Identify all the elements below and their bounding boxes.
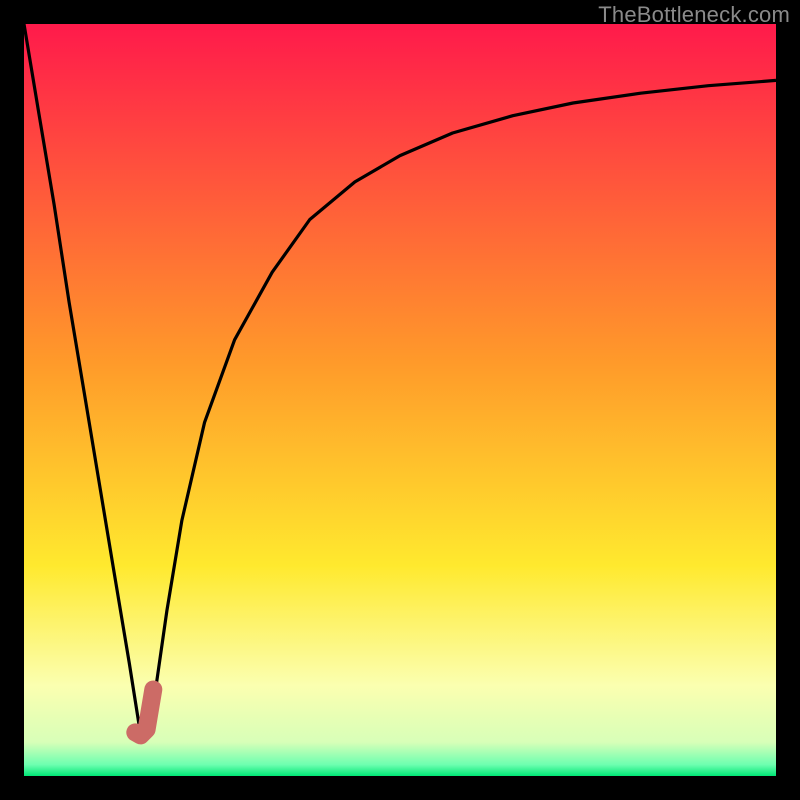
watermark-text: TheBottleneck.com [598,2,790,28]
curve-layer [24,24,776,776]
plot-area [24,24,776,776]
chart-frame: TheBottleneck.com [0,0,800,800]
bottleneck-curve [24,24,776,735]
